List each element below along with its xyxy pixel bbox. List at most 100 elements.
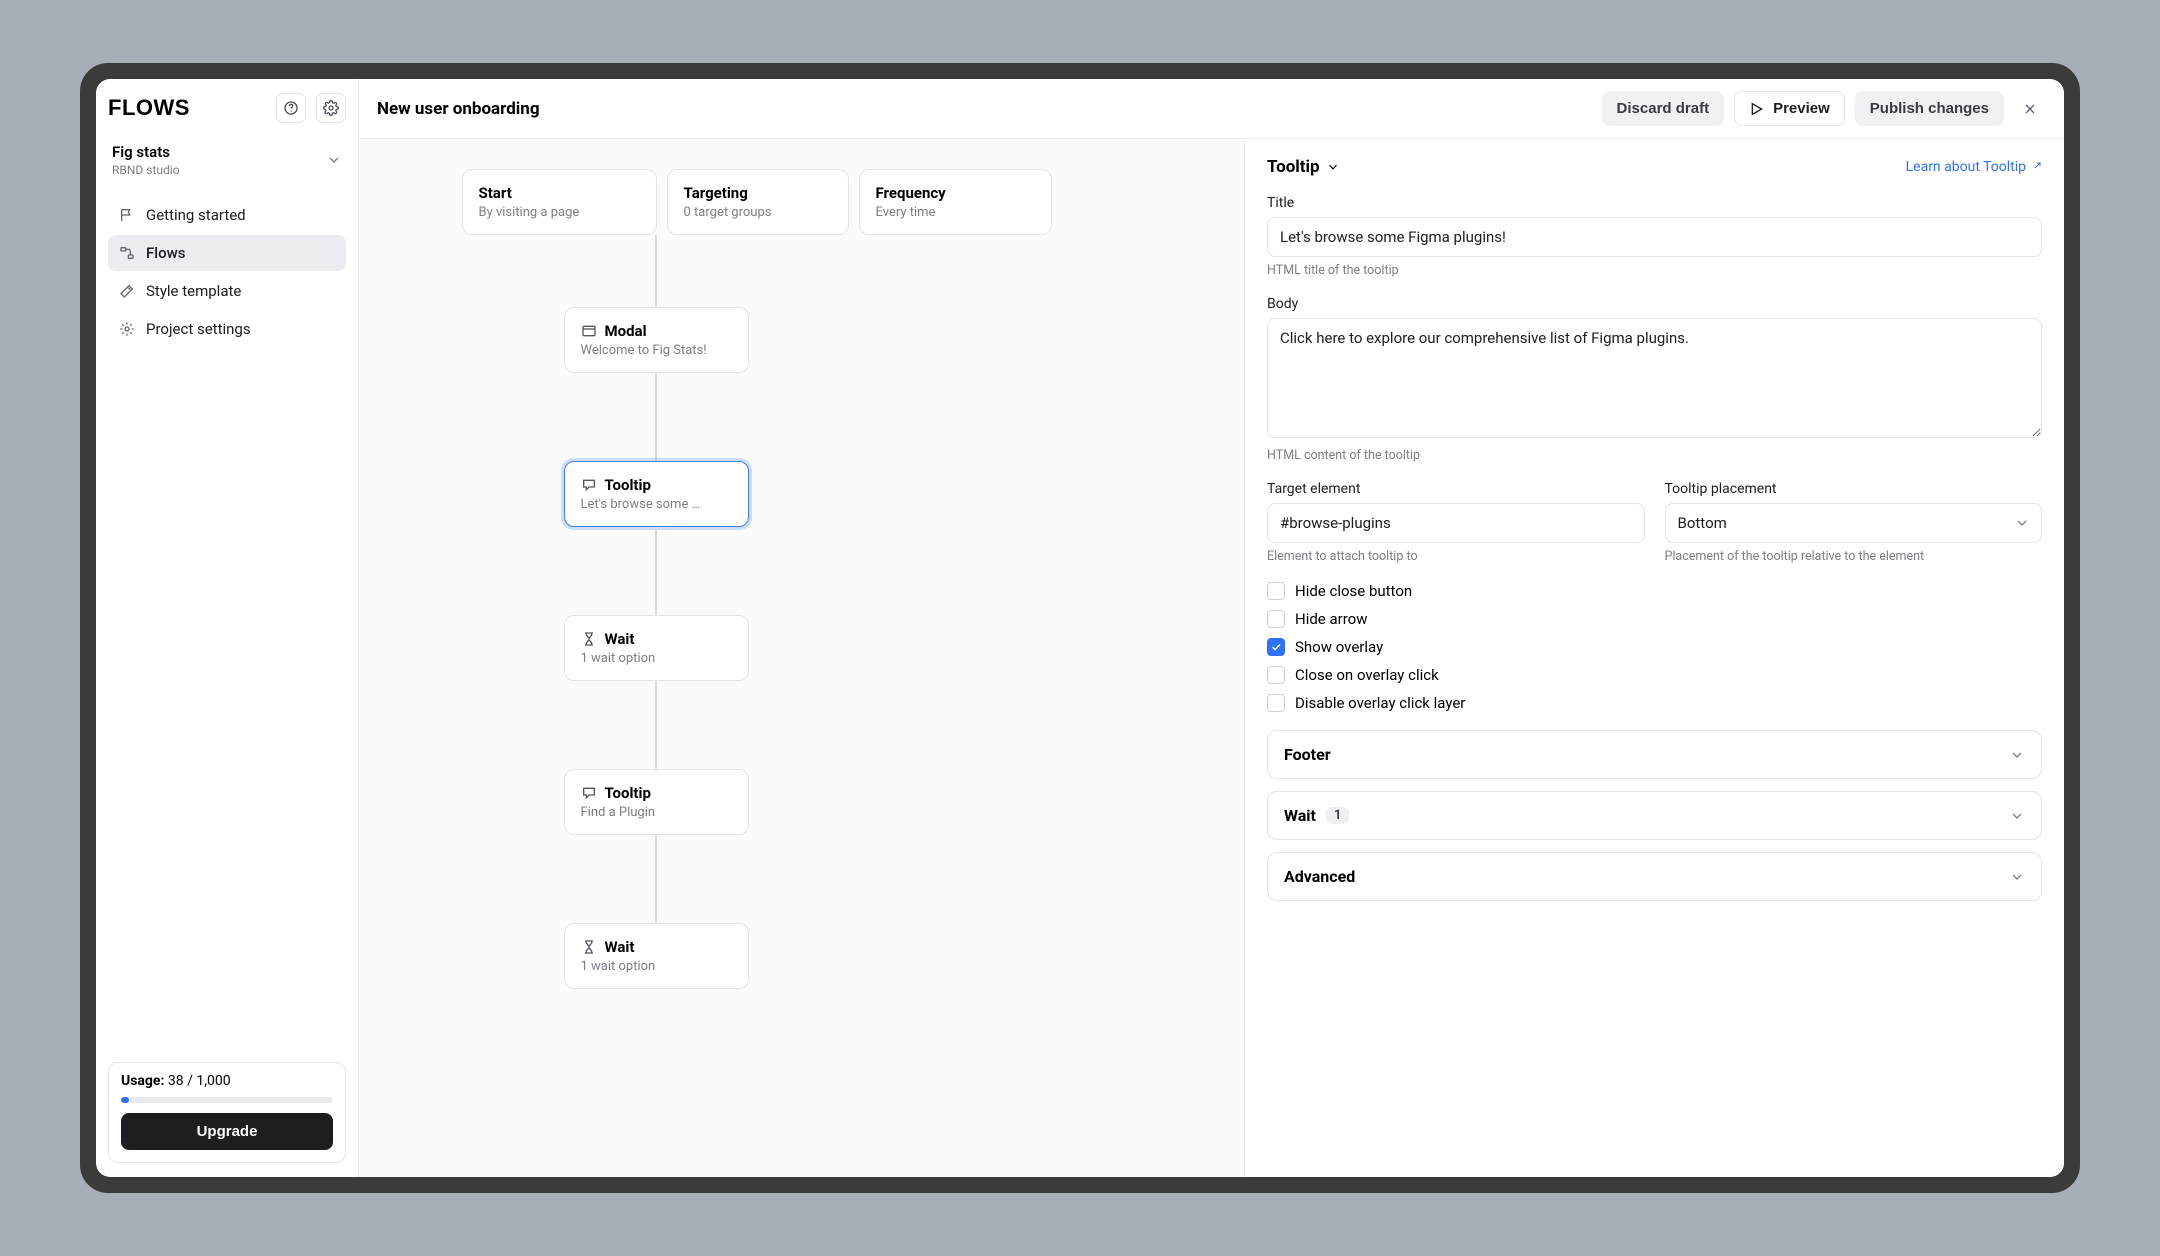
help-button[interactable] <box>276 93 306 123</box>
inspector-panel: Tooltip Learn about Tooltip Title HTML t… <box>1244 139 2064 1177</box>
upgrade-button[interactable]: Upgrade <box>121 1113 333 1150</box>
target-field-label: Target element <box>1267 481 1645 497</box>
checkbox-icon <box>1267 694 1285 712</box>
flow-card-start[interactable]: Start By visiting a page <box>462 169 657 235</box>
card-subtitle: Every time <box>876 205 1035 220</box>
section-footer[interactable]: Footer <box>1267 730 2042 779</box>
body-help: HTML content of the tooltip <box>1267 448 2042 463</box>
placement-field-label: Tooltip placement <box>1665 481 2043 497</box>
check-label: Close on overlay click <box>1295 666 1439 684</box>
flow-card-targeting[interactable]: Targeting 0 target groups <box>667 169 849 235</box>
check-disable-overlay-layer[interactable]: Disable overlay click layer <box>1267 694 2042 712</box>
section-title: Advanced <box>1284 867 1355 886</box>
project-org: RBND studio <box>112 163 180 177</box>
title-help: HTML title of the tooltip <box>1267 263 2042 278</box>
play-icon <box>1749 101 1765 117</box>
modal-icon <box>581 323 597 339</box>
check-label: Hide arrow <box>1295 610 1368 628</box>
section-wait[interactable]: Wait 1 <box>1267 791 2042 840</box>
tooltip-icon <box>581 785 597 801</box>
placement-select[interactable]: Bottom <box>1665 503 2043 543</box>
wand-icon <box>118 282 136 300</box>
close-button[interactable] <box>2014 93 2046 125</box>
usage-meter-fill <box>121 1097 129 1103</box>
flow-step-modal[interactable]: Modal Welcome to Fig Stats! <box>564 307 749 373</box>
usage-value: 38 / 1,000 <box>168 1073 231 1089</box>
discard-draft-button[interactable]: Discard draft <box>1602 91 1725 126</box>
flow-step-tooltip-2[interactable]: Tooltip Find a Plugin <box>564 769 749 835</box>
target-input[interactable] <box>1267 503 1645 543</box>
wait-count-badge: 1 <box>1326 807 1349 824</box>
close-icon <box>2022 101 2038 117</box>
preview-button[interactable]: Preview <box>1734 91 1845 126</box>
flow-icon <box>118 244 136 262</box>
sidebar-item-getting-started[interactable]: Getting started <box>108 197 346 233</box>
step-title: Tooltip <box>605 784 651 802</box>
target-help: Element to attach tooltip to <box>1267 549 1645 564</box>
usage-meter <box>121 1097 333 1103</box>
hourglass-icon <box>581 631 597 647</box>
sidebar-item-project-settings[interactable]: Project settings <box>108 311 346 347</box>
step-subtitle: Welcome to Fig Stats! <box>581 343 732 358</box>
step-title: Wait <box>605 938 635 956</box>
settings-button[interactable] <box>316 93 346 123</box>
sidebar-item-label: Project settings <box>146 320 251 338</box>
usage-box: Usage: 38 / 1,000 Upgrade <box>108 1062 346 1163</box>
card-subtitle: By visiting a page <box>479 205 640 220</box>
step-subtitle: 1 wait option <box>581 651 732 666</box>
step-title: Modal <box>605 322 647 340</box>
help-icon <box>283 100 299 116</box>
title-field-label: Title <box>1267 195 2042 211</box>
step-subtitle: Find a Plugin <box>581 805 732 820</box>
flow-step-wait-1[interactable]: Wait 1 wait option <box>564 615 749 681</box>
step-type-selector[interactable]: Tooltip <box>1267 157 1340 177</box>
sidebar-item-flows[interactable]: Flows <box>108 235 346 271</box>
flow-step-tooltip-1[interactable]: Tooltip Let's browse some … <box>564 461 749 527</box>
flow-card-frequency[interactable]: Frequency Every time <box>859 169 1052 235</box>
usage-label: Usage: <box>121 1073 164 1089</box>
project-name: Fig stats <box>112 143 180 161</box>
flow-canvas[interactable]: Start By visiting a page Targeting 0 tar… <box>359 139 1244 1177</box>
project-switcher[interactable]: Fig stats RBND studio <box>108 141 346 191</box>
body-input[interactable] <box>1267 318 2042 438</box>
chevron-down-icon <box>2009 808 2025 824</box>
card-title: Start <box>479 184 640 202</box>
checkbox-checked-icon <box>1267 638 1285 656</box>
publish-button[interactable]: Publish changes <box>1855 91 2004 126</box>
step-type-label: Tooltip <box>1267 157 1320 177</box>
topbar: New user onboarding Discard draft Previe… <box>359 79 2064 139</box>
flag-icon <box>118 206 136 224</box>
sidebar-item-label: Getting started <box>146 206 246 224</box>
step-subtitle: 1 wait option <box>581 959 732 974</box>
sidebar-item-label: Flows <box>146 244 185 262</box>
logo: FLOWS <box>108 95 190 121</box>
check-label: Disable overlay click layer <box>1295 694 1465 712</box>
check-show-overlay[interactable]: Show overlay <box>1267 638 2042 656</box>
checkbox-icon <box>1267 610 1285 628</box>
sidebar: FLOWS Fig stats RBND studio <box>96 79 359 1177</box>
gear-icon <box>118 320 136 338</box>
gear-icon <box>323 100 339 116</box>
page-title: New user onboarding <box>377 99 540 119</box>
section-title: Footer <box>1284 745 1331 764</box>
check-close-overlay-click[interactable]: Close on overlay click <box>1267 666 2042 684</box>
flow-step-wait-2[interactable]: Wait 1 wait option <box>564 923 749 989</box>
chevron-down-icon <box>1326 160 1340 174</box>
step-title: Tooltip <box>605 476 651 494</box>
placement-help: Placement of the tooltip relative to the… <box>1665 549 2043 564</box>
check-hide-arrow[interactable]: Hide arrow <box>1267 610 2042 628</box>
checkbox-icon <box>1267 666 1285 684</box>
sidebar-item-label: Style template <box>146 282 241 300</box>
body-field-label: Body <box>1267 296 2042 312</box>
card-title: Targeting <box>684 184 832 202</box>
learn-link[interactable]: Learn about Tooltip <box>1906 159 2042 175</box>
check-hide-close[interactable]: Hide close button <box>1267 582 2042 600</box>
title-input[interactable] <box>1267 217 2042 257</box>
chevron-down-icon <box>2009 869 2025 885</box>
check-label: Show overlay <box>1295 638 1383 656</box>
tooltip-icon <box>581 477 597 493</box>
hourglass-icon <box>581 939 597 955</box>
card-title: Frequency <box>876 184 1035 202</box>
section-advanced[interactable]: Advanced <box>1267 852 2042 901</box>
sidebar-item-style-template[interactable]: Style template <box>108 273 346 309</box>
